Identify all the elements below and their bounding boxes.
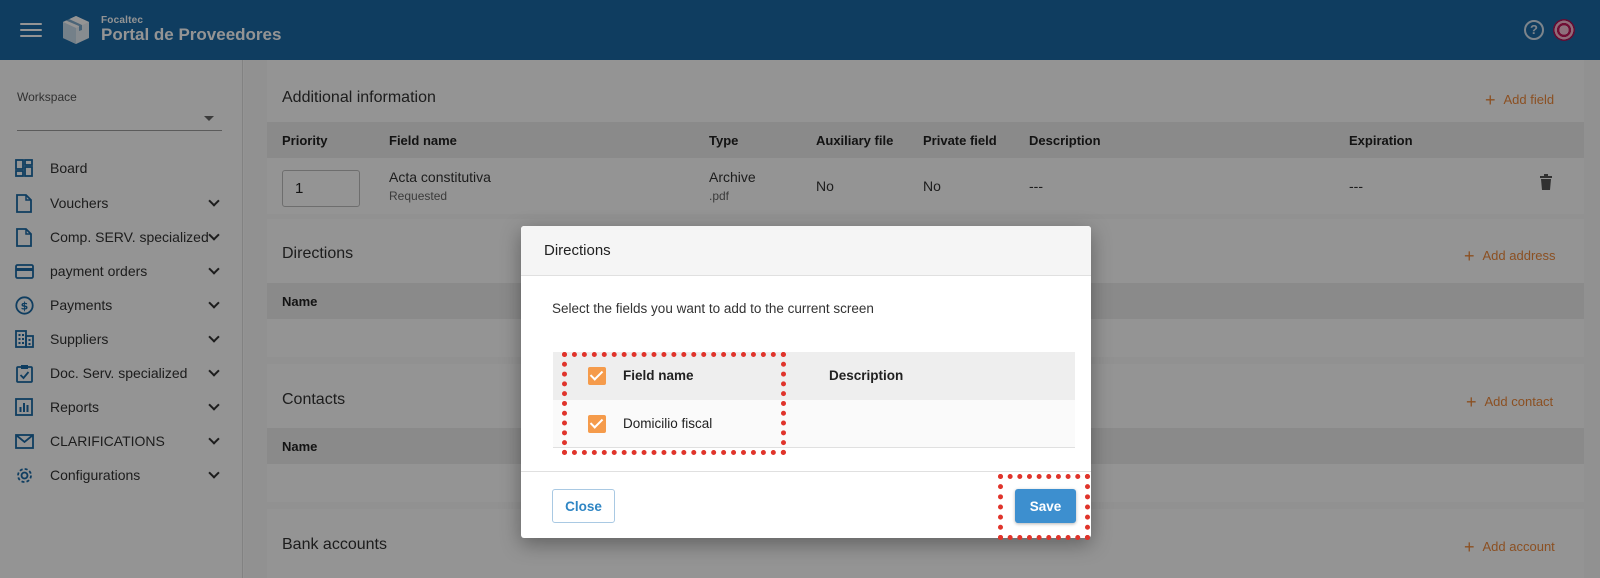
dialog-header: Directions (521, 226, 1091, 276)
column-header-description: Description (829, 368, 904, 383)
close-button[interactable]: Close (552, 489, 615, 523)
highlight-save-button (998, 474, 1090, 540)
dialog-title: Directions (544, 242, 611, 259)
highlight-field-selection (562, 352, 786, 455)
dialog-description: Select the fields you want to add to the… (552, 301, 874, 316)
